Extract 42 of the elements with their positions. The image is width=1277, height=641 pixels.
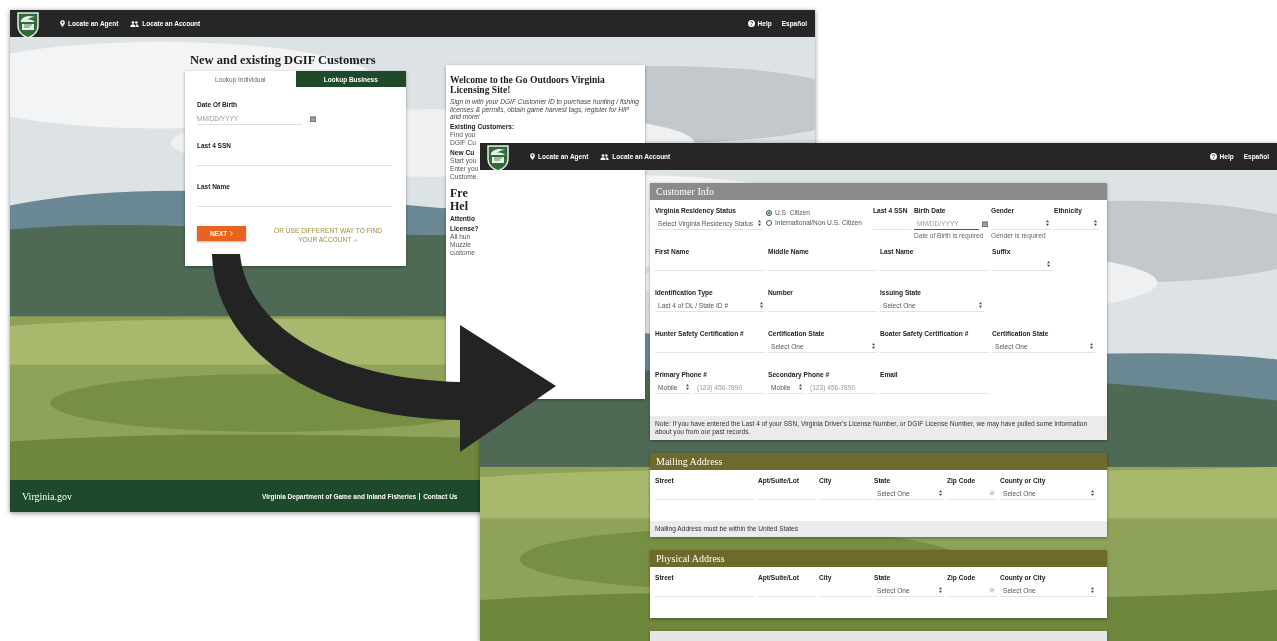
page-heading: New and existing DGIF Customers — [190, 53, 377, 68]
select-arrows-icon — [872, 343, 875, 349]
footer-brand[interactable]: Virginia.gov — [22, 490, 73, 502]
caret-icon — [353, 238, 358, 242]
select-arrows-icon — [939, 490, 942, 496]
card-header: Mailing Address — [650, 453, 1107, 470]
card-header: Customer Info — [650, 183, 1107, 200]
calendar-icon[interactable] — [982, 220, 988, 227]
select-arrows-icon — [686, 384, 689, 390]
select-arrows-icon — [1091, 587, 1094, 593]
welcome-heading: Welcome to the Go Outdoors Virginia Licensing Site! — [450, 75, 606, 95]
select-arrows-icon — [1094, 220, 1097, 226]
people-icon — [600, 153, 610, 160]
chevron-icon — [230, 231, 234, 236]
select-field[interactable] — [991, 217, 1051, 230]
radio-button[interactable] — [766, 219, 772, 226]
select-arrows-icon — [1046, 220, 1049, 226]
check-icon — [989, 490, 995, 496]
section-heading: Hel — [450, 199, 468, 213]
map-pin-icon — [60, 20, 65, 27]
select-field[interactable] — [1054, 217, 1099, 230]
help-icon — [1209, 153, 1217, 160]
select-arrows-icon — [799, 384, 802, 390]
select-field[interactable] — [992, 258, 1052, 271]
select-arrows-icon — [760, 302, 763, 308]
check-icon — [989, 587, 995, 593]
calendar-icon[interactable] — [310, 116, 316, 122]
map-pin-icon — [530, 153, 535, 160]
help-icon — [747, 20, 755, 27]
select-arrows-icon — [1091, 490, 1094, 496]
select-arrows-icon — [979, 302, 982, 308]
section-heading: Fre — [450, 186, 468, 200]
shield-logo[interactable] — [16, 11, 40, 39]
input-field[interactable] — [947, 487, 997, 500]
input-field[interactable] — [947, 584, 997, 597]
select-arrows-icon — [1090, 343, 1093, 349]
select-arrows-icon — [758, 220, 761, 226]
select-arrows-icon — [1047, 261, 1050, 267]
card-header: Physical Address — [650, 550, 1107, 567]
shield-logo[interactable] — [486, 144, 510, 172]
people-icon — [130, 20, 140, 27]
select-arrows-icon — [939, 587, 942, 593]
